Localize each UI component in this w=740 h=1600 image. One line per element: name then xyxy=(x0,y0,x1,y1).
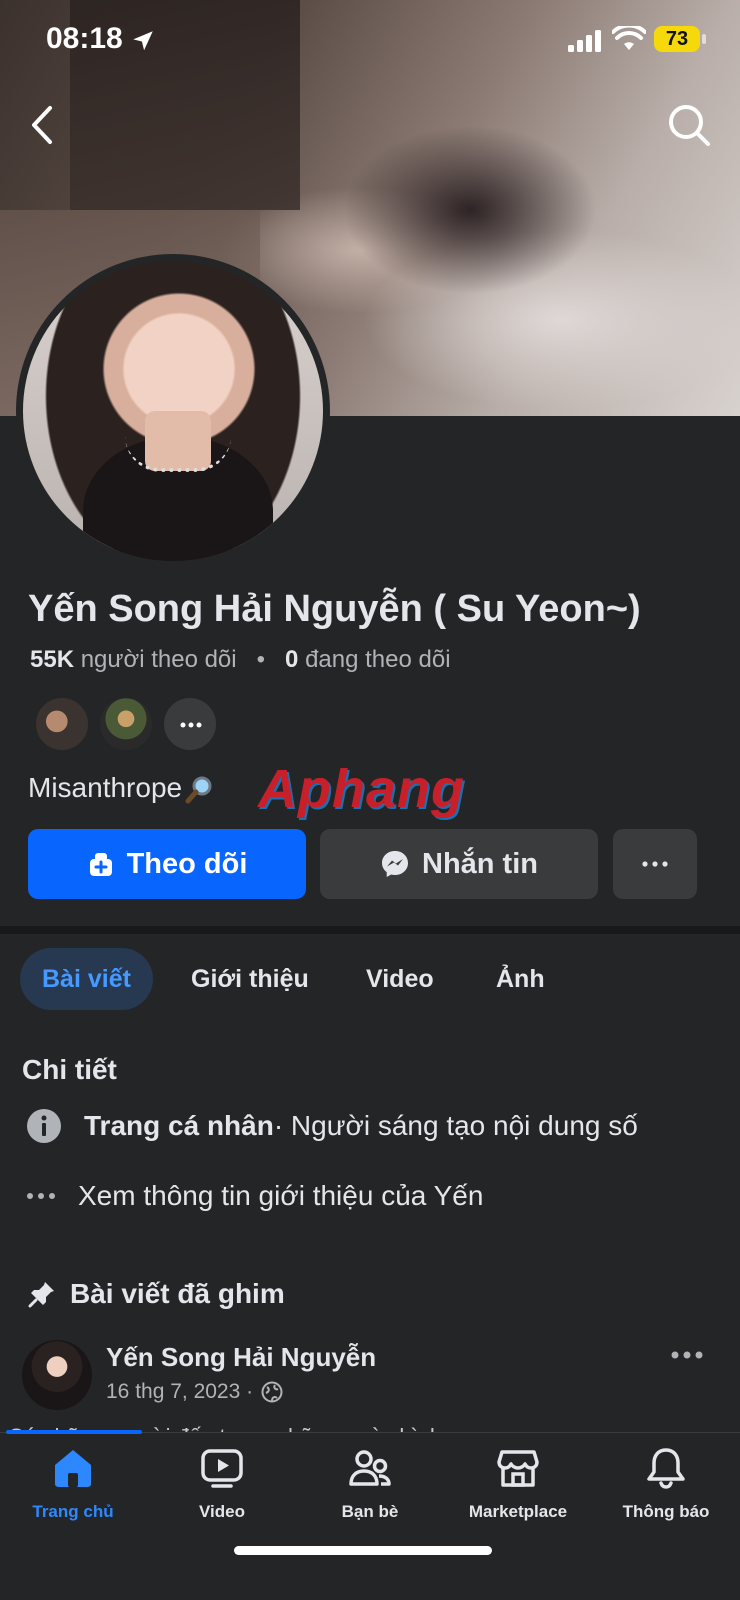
profile-type-row: Trang cá nhân · Người sáng tạo nội dung … xyxy=(26,1108,638,1144)
magnifying-glass-emoji-icon xyxy=(185,776,212,804)
more-dots-icon xyxy=(27,1193,55,1199)
post-date[interactable]: 16 thg 7, 2023 · xyxy=(106,1380,253,1404)
status-time: 08:18 xyxy=(46,22,123,55)
watermark-logo: Aphang xyxy=(258,759,465,819)
more-horizontal-icon xyxy=(642,861,668,867)
post-meta: 16 thg 7, 2023 · xyxy=(106,1380,283,1404)
nav-notifications[interactable]: Thông báo xyxy=(601,1446,731,1522)
tab-posts[interactable]: Bài viết xyxy=(20,948,153,1010)
pin-icon xyxy=(28,1282,54,1308)
profile-avatar[interactable] xyxy=(16,254,330,568)
follow-button[interactable]: Theo dõi xyxy=(28,829,306,899)
profile-type-value: · Người sáng tạo nội dung số xyxy=(273,1110,638,1141)
search-icon[interactable] xyxy=(664,100,714,150)
bio-text: Misanthrope xyxy=(28,772,183,803)
nav-friends-label: Bạn bè xyxy=(341,1502,399,1521)
details-title: Chi tiết xyxy=(22,1054,117,1085)
tab-photos[interactable]: Ảnh xyxy=(496,948,545,1010)
post-author-avatar[interactable] xyxy=(22,1340,92,1410)
more-options-button[interactable] xyxy=(613,829,697,899)
battery-indicator: 73 xyxy=(654,26,700,52)
globe-icon xyxy=(261,1381,283,1403)
marketplace-icon xyxy=(497,1450,539,1487)
pinned-posts-title: Bài viết đã ghim xyxy=(28,1278,285,1310)
nav-notifications-label: Thông báo xyxy=(622,1502,710,1521)
message-button[interactable]: Nhắn tin xyxy=(320,829,598,899)
back-icon[interactable] xyxy=(22,100,66,150)
following-label[interactable]: đang theo dõi xyxy=(305,646,450,673)
nav-video-label: Video xyxy=(199,1502,245,1521)
wifi-icon xyxy=(612,26,646,50)
nav-home-label: Trang chủ xyxy=(32,1502,114,1521)
follow-stats: 55K người theo dõi • 0 đang theo dõi xyxy=(30,646,451,674)
nav-video[interactable]: Video xyxy=(157,1446,287,1522)
tab-about[interactable]: Giới thiệu xyxy=(191,948,309,1010)
follow-icon xyxy=(89,853,112,876)
section-divider xyxy=(0,926,740,934)
nav-marketplace[interactable]: Marketplace xyxy=(453,1446,583,1522)
video-icon xyxy=(201,1449,243,1488)
profile-bio: Misanthrope xyxy=(28,772,214,805)
more-dots-icon xyxy=(180,722,202,728)
friends-icon xyxy=(349,1450,391,1486)
nav-home[interactable]: Trang chủ xyxy=(8,1446,138,1522)
cellular-signal-icon xyxy=(568,30,601,52)
info-icon xyxy=(27,1109,61,1143)
profile-name: Yến Song Hải Nguyễn ( Su Yeon~) xyxy=(28,588,641,630)
post-more-icon[interactable] xyxy=(670,1350,704,1360)
see-about-row[interactable]: Xem thông tin giới thiệu của Yến xyxy=(26,1180,483,1212)
status-bar: 08:18 73 xyxy=(0,0,740,80)
battery-tip xyxy=(702,34,706,44)
tab-videos[interactable]: Video xyxy=(366,948,434,1010)
nav-marketplace-label: Marketplace xyxy=(468,1502,568,1521)
bell-icon xyxy=(647,1448,685,1489)
stats-separator: • xyxy=(243,646,279,673)
pinned-title-text: Bài viết đã ghim xyxy=(70,1278,285,1309)
followers-count[interactable]: 55K xyxy=(30,646,74,673)
profile-type-label: Trang cá nhân xyxy=(84,1110,274,1141)
messenger-icon xyxy=(382,851,408,877)
follow-label: Theo dõi xyxy=(126,847,248,880)
location-arrow-icon xyxy=(133,31,153,51)
following-count[interactable]: 0 xyxy=(285,646,298,673)
message-label: Nhắn tin xyxy=(422,847,538,880)
home-indicator[interactable] xyxy=(234,1546,492,1555)
see-about-text[interactable]: Xem thông tin giới thiệu của Yến xyxy=(78,1180,483,1212)
nav-friends[interactable]: Bạn bè xyxy=(305,1446,435,1522)
post-author-name[interactable]: Yến Song Hải Nguyễn xyxy=(106,1342,376,1373)
more-friends-button[interactable] xyxy=(162,696,218,752)
active-tab-indicator xyxy=(6,1430,142,1434)
mutual-friend-avatar[interactable] xyxy=(34,696,90,752)
followers-label[interactable]: người theo dõi xyxy=(81,646,237,673)
mutual-friend-avatar[interactable] xyxy=(98,696,154,752)
home-icon xyxy=(55,1450,91,1487)
